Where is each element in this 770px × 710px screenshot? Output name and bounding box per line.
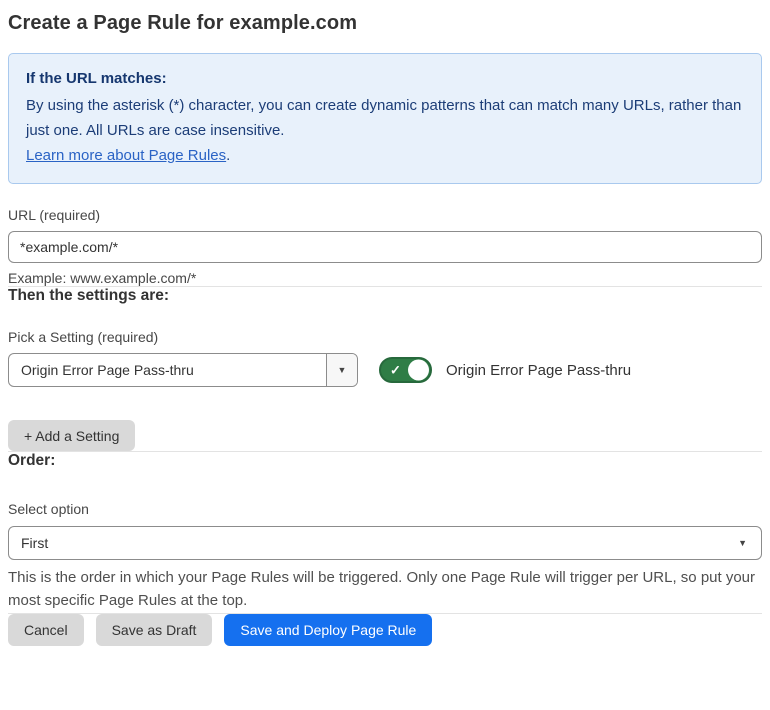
- page-title: Create a Page Rule for example.com: [8, 12, 358, 34]
- create-page-rule-panel: Create a Page Rule for example.com If th…: [0, 0, 770, 710]
- url-example-helper: Example: www.example.com/*: [8, 270, 197, 286]
- info-link-line: Learn more about Page Rules.: [26, 144, 744, 169]
- pick-setting-label: Pick a Setting (required): [8, 329, 159, 345]
- cancel-button[interactable]: Cancel: [8, 613, 84, 646]
- url-field-label: URL (required): [8, 207, 101, 223]
- toggle-knob: [408, 359, 429, 381]
- order-select-value: First: [21, 535, 49, 551]
- toggle-label: Origin Error Page Pass-thru: [446, 361, 632, 379]
- learn-more-link[interactable]: Learn more about Page Rules: [26, 147, 226, 164]
- order-select[interactable]: First ▼: [8, 526, 762, 560]
- add-setting-button[interactable]: + Add a Setting: [8, 420, 136, 451]
- order-select-label: Select option: [8, 501, 89, 517]
- footer-buttons: Cancel Save as Draft Save and Deploy Pag…: [8, 613, 762, 646]
- setting-select-value: Origin Error Page Pass-thru: [21, 362, 194, 378]
- settings-section-heading: Then the settings are:: [8, 287, 170, 304]
- setting-select-arrow-box[interactable]: ▼: [326, 354, 357, 386]
- save-and-deploy-button[interactable]: Save and Deploy Page Rule: [224, 613, 433, 646]
- info-box-heading: If the URL matches:: [26, 70, 167, 87]
- url-input[interactable]: [8, 231, 762, 263]
- url-match-info-box: If the URL matches: By using the asteris…: [8, 53, 762, 184]
- origin-error-pass-thru-toggle[interactable]: ✓: [379, 357, 432, 383]
- check-icon: ✓: [390, 362, 401, 378]
- setting-select[interactable]: Origin Error Page Pass-thru ▼: [8, 353, 358, 387]
- info-box-body: By using the asterisk (*) character, you…: [26, 96, 742, 139]
- save-as-draft-button[interactable]: Save as Draft: [95, 613, 213, 646]
- chevron-down-icon: ▼: [337, 364, 347, 375]
- order-section-heading: Order:: [8, 452, 56, 469]
- setting-row: Origin Error Page Pass-thru ▼ ✓ Origin E…: [8, 353, 762, 387]
- link-suffix: .: [226, 147, 231, 165]
- chevron-down-icon: ▼: [738, 537, 747, 548]
- order-helper-text: This is the order in which your Page Rul…: [8, 569, 756, 610]
